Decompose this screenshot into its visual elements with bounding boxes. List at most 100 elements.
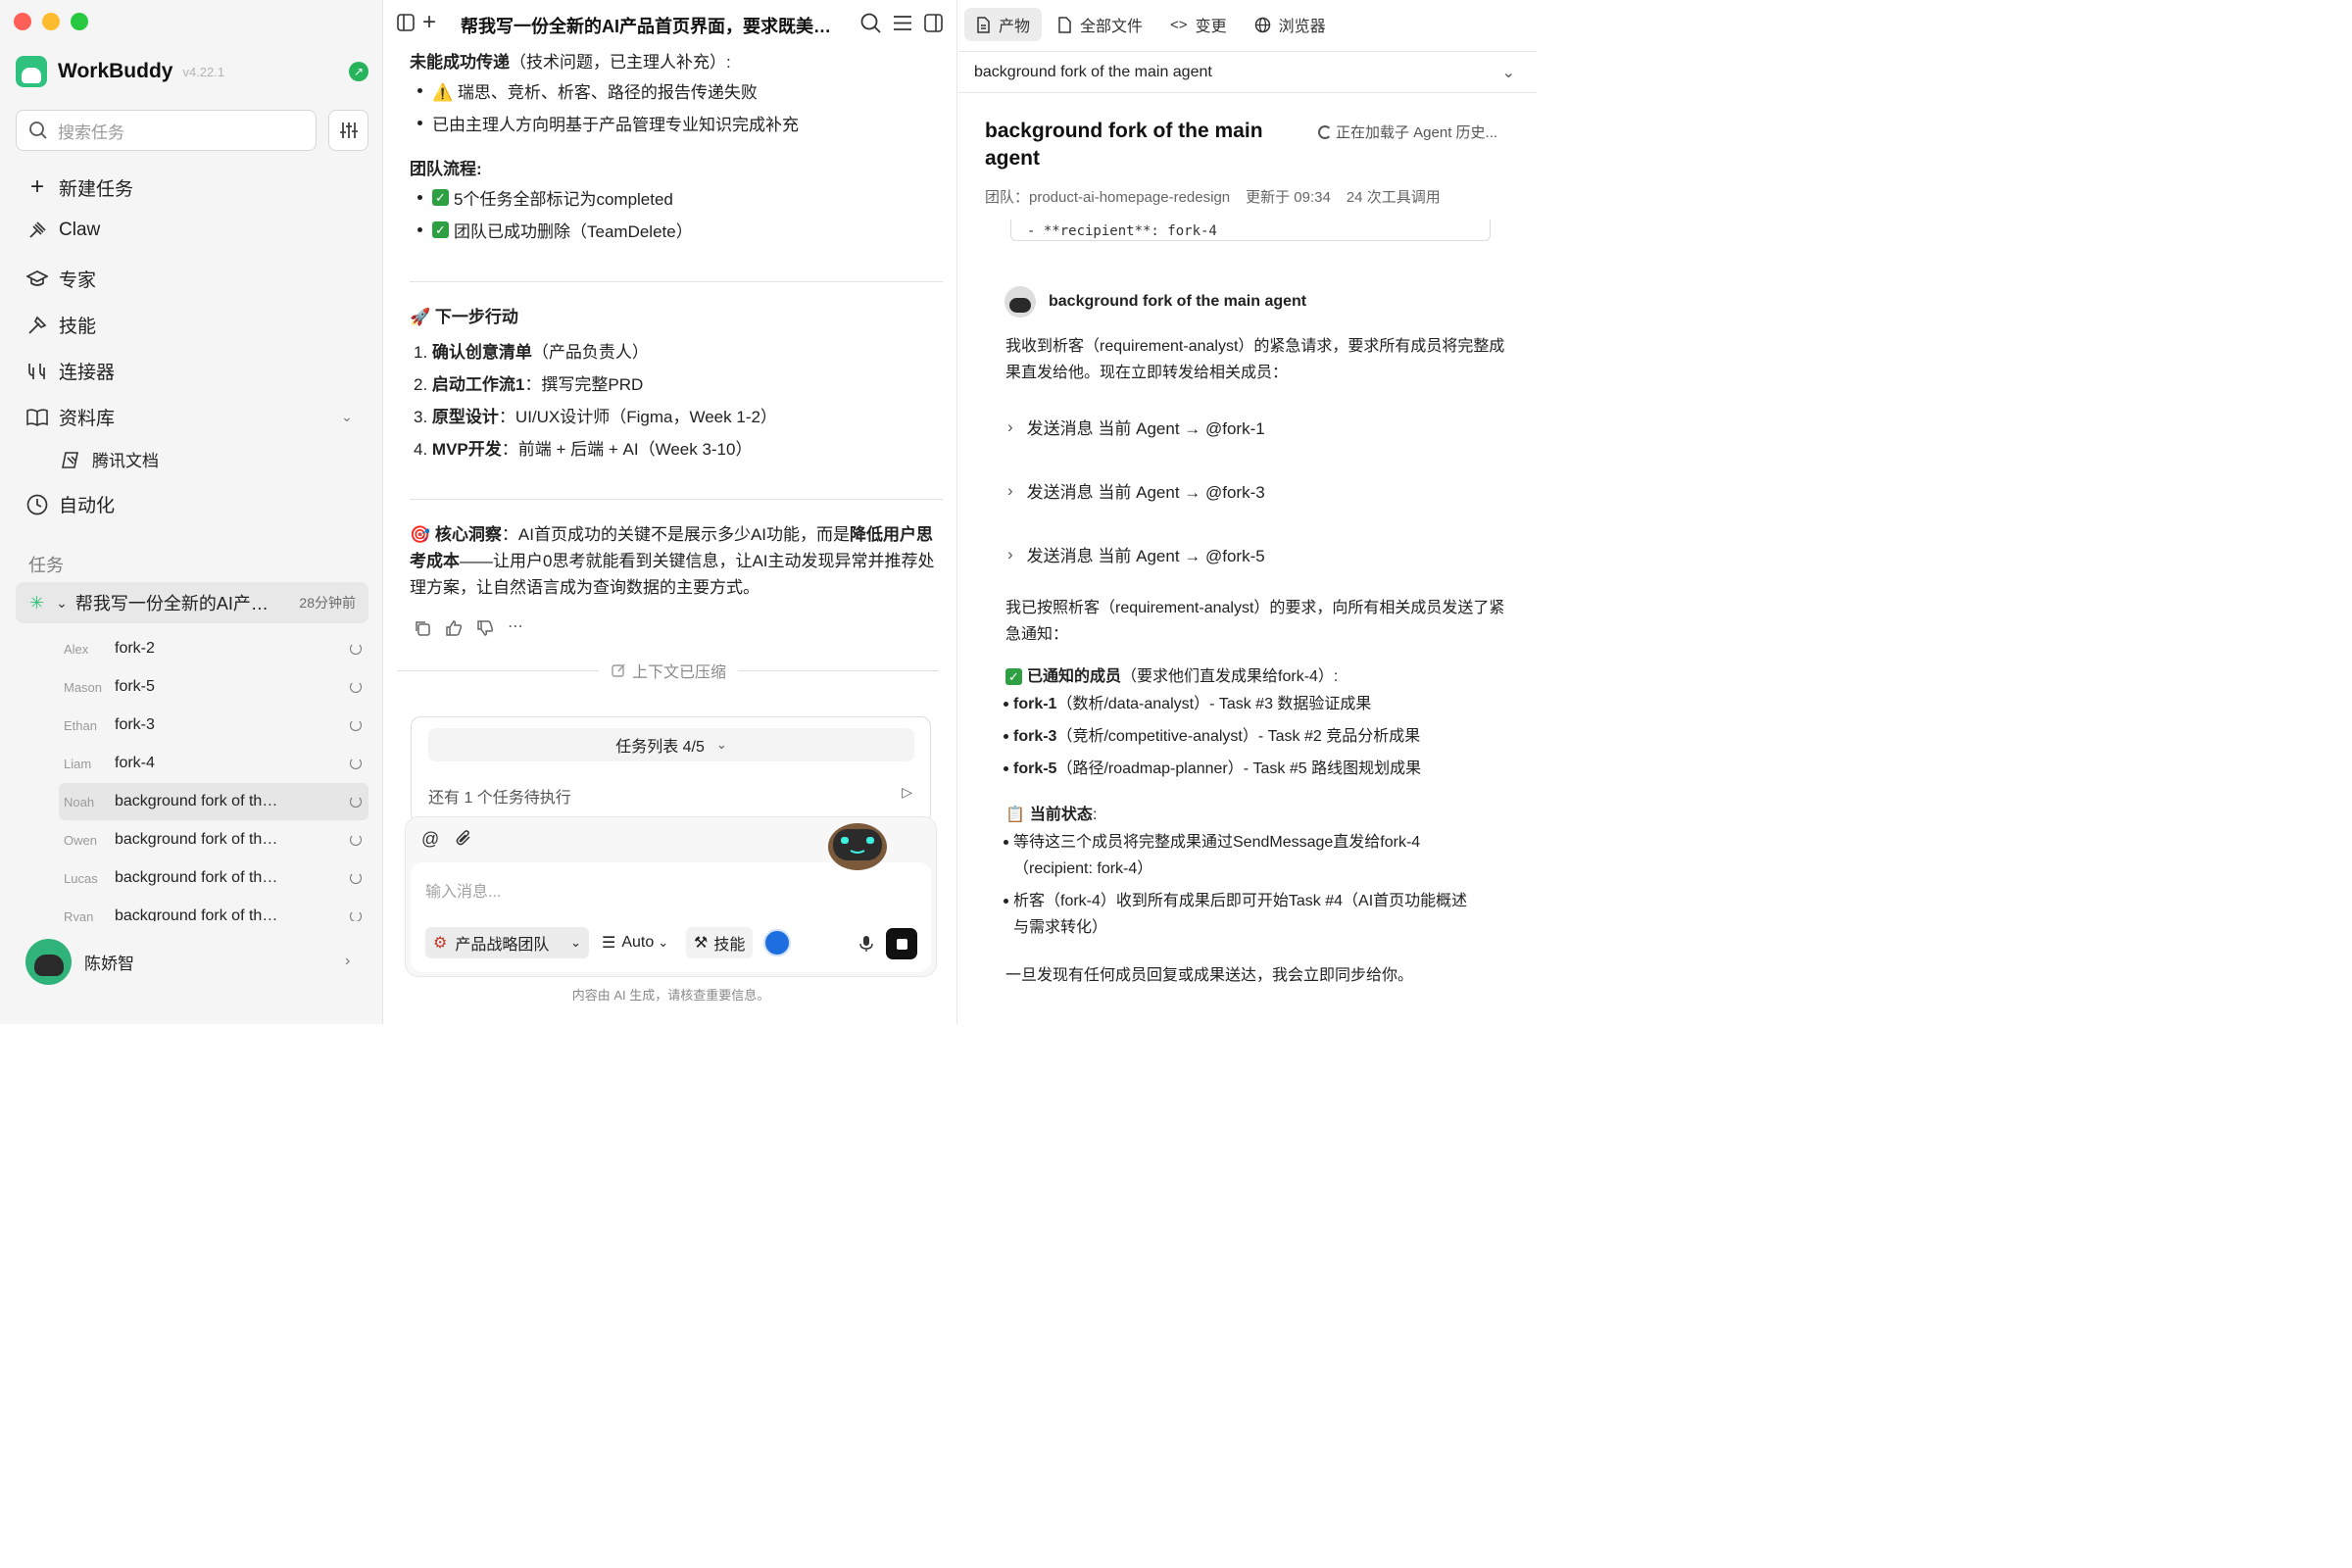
notified-item: fork-3（竞析/competitive-analyst）- Task #2 … bbox=[1004, 723, 1503, 750]
microphone-icon[interactable] bbox=[859, 935, 873, 957]
subtask-item[interactable]: Mason fork-5 bbox=[59, 668, 368, 706]
compressed-text: 上下文已压缩 bbox=[632, 664, 727, 681]
next-item-text: ：UI/UX设计师（Figma，Week 1-2） bbox=[498, 408, 777, 426]
tab-label: 浏览器 bbox=[1278, 19, 1326, 35]
send-message-label: 发送消息 当前 Agent → @fork-3 bbox=[1026, 483, 1265, 502]
code-icon: <> bbox=[1170, 16, 1188, 33]
menu-icon[interactable] bbox=[893, 15, 912, 36]
notified-detail: （竞析/competitive-analyst）- Task #2 竞品分析成果 bbox=[1056, 728, 1421, 745]
subtask-owner: Noah bbox=[64, 794, 95, 809]
divider bbox=[410, 499, 943, 500]
chevron-right-icon: › bbox=[1007, 544, 1013, 564]
loading-spinner-icon bbox=[350, 910, 362, 921]
next-item-bold: 启动工作流1 bbox=[431, 375, 525, 394]
sidebar: WorkBuddy v4.22.1 ↗ 搜索任务 + 新建任务 Claw 专家 技… bbox=[0, 0, 383, 1024]
subtask-item[interactable]: Ethan fork-3 bbox=[59, 707, 368, 744]
send-message-item[interactable]: › 发送消息 当前 Agent → @fork-3 bbox=[1007, 478, 1265, 503]
composer-tools: @ bbox=[421, 829, 472, 852]
tab-all-files[interactable]: 全部文件 bbox=[1046, 8, 1154, 41]
loading-spinner-icon bbox=[350, 872, 362, 884]
subtask-name: fork-4 bbox=[115, 755, 155, 771]
subtask-item[interactable]: Liam fork-4 bbox=[59, 745, 368, 782]
subtask-item[interactable]: Owen background fork of the main agent bbox=[59, 821, 368, 858]
sidebar-toggle-icon[interactable] bbox=[397, 14, 415, 36]
more-icon[interactable]: ⋯ bbox=[508, 619, 523, 642]
status-heading: 当前状态 bbox=[1029, 807, 1093, 823]
search-icon[interactable] bbox=[860, 13, 882, 39]
subtask-name: fork-5 bbox=[115, 678, 155, 695]
tab-label: 变更 bbox=[1195, 19, 1227, 35]
subtask-name: fork-2 bbox=[115, 640, 155, 657]
mention-icon[interactable]: @ bbox=[421, 829, 439, 852]
chevron-right-icon: › bbox=[1007, 480, 1013, 500]
loading-spinner-icon bbox=[350, 758, 362, 769]
subtask-owner: Owen bbox=[64, 832, 97, 848]
model-selector[interactable]: ☰ Auto ⌄ bbox=[594, 927, 676, 958]
team-selector[interactable]: ⚙ 产品战略团队 ⌄ bbox=[425, 927, 589, 958]
loading-spinner-icon bbox=[350, 681, 362, 693]
new-chat-plus-icon[interactable]: + bbox=[422, 9, 436, 36]
chevron-right-icon: › bbox=[1007, 416, 1013, 436]
thumbs-down-icon[interactable] bbox=[476, 619, 494, 642]
code-block: - **recipient**: fork-4 bbox=[1010, 220, 1491, 241]
send-message-item[interactable]: › 发送消息 当前 Agent → @fork-1 bbox=[1007, 415, 1265, 439]
user-profile[interactable]: 陈娇智 bbox=[25, 939, 134, 985]
loading-spinner-icon bbox=[350, 719, 362, 731]
message-input[interactable]: 输入消息... bbox=[425, 878, 501, 902]
subtask-owner: Ryan bbox=[64, 908, 94, 922]
thumbs-up-icon[interactable] bbox=[445, 619, 463, 642]
bullet bbox=[417, 88, 422, 93]
play-icon[interactable]: ▷ bbox=[902, 784, 912, 801]
task-list-toggle[interactable]: 任务列表 4/5 ⌄ bbox=[428, 728, 914, 761]
subtask-item-selected[interactable]: Noah background fork of the main agent bbox=[59, 783, 368, 820]
task-list-label: 任务列表 4/5 bbox=[615, 739, 705, 756]
layers-icon: ☰ bbox=[602, 935, 616, 952]
notified-detail: （数析/data-analyst）- Task #3 数据验证成果 bbox=[1056, 696, 1372, 712]
agent-paragraph: 我收到析客（requirement-analyst）的紧急请求，要求所有成员将完… bbox=[1005, 338, 1505, 381]
stop-button[interactable] bbox=[886, 928, 917, 959]
loading-spinner-icon bbox=[350, 834, 362, 846]
divider bbox=[410, 281, 943, 282]
artifact-tabs: 产物 全部文件 <> 变更 浏览器 bbox=[964, 8, 1338, 41]
tencent-app-icon[interactable] bbox=[763, 929, 791, 956]
globe-icon bbox=[1254, 17, 1270, 32]
agent-message-header: background fork of the main agent bbox=[1004, 286, 1306, 318]
subtask-item[interactable]: Alex fork-2 bbox=[59, 630, 368, 667]
tab-artifacts[interactable]: 产物 bbox=[964, 8, 1043, 41]
copy-icon[interactable] bbox=[414, 619, 431, 642]
subtask-item[interactable]: Lucas background fork of the main agent bbox=[59, 859, 368, 897]
next-item-text: ：撰写完整PRD bbox=[524, 375, 644, 394]
robot-mascot-icon bbox=[828, 823, 887, 870]
attachment-icon[interactable] bbox=[455, 829, 472, 852]
send-message-label: 发送消息 当前 Agent → @fork-5 bbox=[1026, 547, 1265, 565]
clipboard-icon: 📋 bbox=[1005, 807, 1025, 823]
chevron-right-icon[interactable]: › bbox=[345, 953, 350, 970]
agent-meta: 团队：product-ai-homepage-redesign 更新于 09:34… bbox=[985, 186, 1441, 207]
notified-heading-line: ✓ 已通知的成员（要求他们直发成果给fork-4）: bbox=[1005, 663, 1505, 690]
team-label: 产品战略团队 bbox=[455, 937, 550, 954]
subtask-item[interactable]: Ryan background fork of the main agent bbox=[59, 898, 368, 921]
panel-toggle-icon[interactable] bbox=[924, 14, 943, 37]
chat-header: + 帮我写一份全新的AI产品首页界面，要求既美观又实用 bbox=[384, 0, 957, 47]
send-message-item[interactable]: › 发送消息 当前 Agent → @fork-5 bbox=[1007, 542, 1265, 566]
loading-spinner-icon bbox=[350, 796, 362, 808]
team-icon: ⚙ bbox=[433, 935, 448, 952]
subtask-name: background fork of the main agent bbox=[115, 793, 281, 809]
agent-paragraph: 我已按照析客（requirement-analyst）的要求，向所有相关成员发送… bbox=[1005, 600, 1505, 643]
compressed-label: 上下文已压缩 bbox=[599, 659, 738, 682]
notified-detail: （路径/roadmap-planner）- Task #5 路线图规划成果 bbox=[1056, 760, 1422, 777]
agent-selector[interactable]: background fork of the main agent ⌄ bbox=[958, 51, 1537, 93]
next-item: 3. 原型设计：UI/UX设计师（Figma，Week 1-2） bbox=[414, 403, 777, 427]
stop-icon bbox=[896, 938, 907, 950]
next-item: 2. 启动工作流1：撰写完整PRD bbox=[414, 370, 643, 395]
skills-button[interactable]: ⚒ 技能 bbox=[686, 927, 754, 958]
meta-team: 团队：product-ai-homepage-redesign bbox=[985, 189, 1231, 206]
tab-browser[interactable]: 浏览器 bbox=[1243, 8, 1338, 41]
message-input-area[interactable]: 输入消息... ⚙ 产品战略团队 ⌄ ☰ Auto ⌄ ⚒ 技能 bbox=[411, 862, 931, 972]
loading-text: 正在加载子 Agent 历史... bbox=[1336, 124, 1498, 141]
checkmark-icon: ✓ bbox=[1005, 668, 1022, 685]
flow-item: ✓ 团队已成功删除（TeamDelete） bbox=[417, 218, 693, 242]
next-item: 1. 确认创意清单（产品负责人） bbox=[414, 338, 649, 363]
tab-changes[interactable]: <> 变更 bbox=[1158, 8, 1239, 41]
agent-avatar bbox=[1004, 286, 1036, 318]
